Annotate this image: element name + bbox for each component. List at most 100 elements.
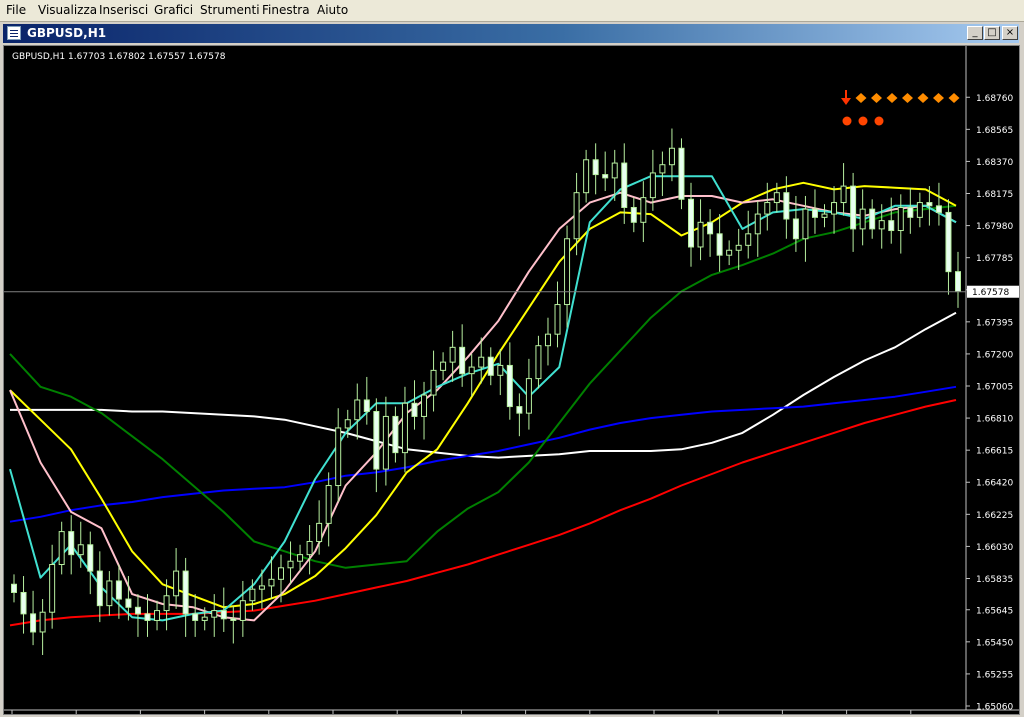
candle-body <box>239 600 246 621</box>
candle-body <box>316 522 323 542</box>
candle-body <box>697 221 704 248</box>
y-tick-label: 1.65255 <box>976 670 1013 680</box>
candle-body <box>678 147 685 200</box>
maximize-button[interactable]: □ <box>984 26 1000 40</box>
candle-body <box>344 419 351 429</box>
candle-body <box>850 185 857 230</box>
candle-body <box>230 618 237 621</box>
candle-body <box>363 399 370 413</box>
candle-body <box>783 192 790 220</box>
candle-body <box>459 346 466 375</box>
close-button[interactable]: × <box>1002 26 1018 40</box>
chart-header-label: GBPUSD,H1 1.67703 1.67802 1.67557 1.6757… <box>12 52 226 62</box>
candle-body <box>39 611 46 633</box>
candle-body <box>287 560 294 569</box>
menu-file[interactable]: File <box>6 3 26 17</box>
candle-body <box>945 211 952 273</box>
signal-dot-icon <box>858 116 868 126</box>
candle-body <box>106 580 113 607</box>
candle-body <box>497 364 504 376</box>
menu-strumenti[interactable]: Strumenti <box>200 3 260 17</box>
candle-body <box>878 220 885 230</box>
menu-visualizza[interactable]: Visualizza <box>38 3 97 17</box>
y-tick-label: 1.67785 <box>976 254 1013 264</box>
candle-body <box>115 580 122 600</box>
candle-body <box>802 208 809 240</box>
moving-average-line <box>9 175 957 622</box>
y-tick-label: 1.68565 <box>976 126 1013 136</box>
candle-body <box>258 585 265 590</box>
y-tick-label: 1.66615 <box>976 447 1013 457</box>
candle-body <box>421 394 428 417</box>
candle-body <box>668 147 675 166</box>
candle-body <box>544 333 551 347</box>
candle-body <box>430 369 437 396</box>
menu-bar: File Visualizza Inserisci Grafici Strume… <box>0 0 1024 22</box>
candle-body <box>869 208 876 230</box>
menu-aiuto[interactable]: Aiuto <box>317 3 348 17</box>
candle-body <box>192 613 199 621</box>
menu-inserisci[interactable]: Inserisci <box>99 3 148 17</box>
candle-body <box>449 346 456 363</box>
menu-finestra[interactable]: Finestra <box>262 3 310 17</box>
candle-body <box>58 531 65 566</box>
moving-average-line <box>9 399 957 627</box>
candle-body <box>935 205 942 213</box>
candle-body <box>840 185 847 204</box>
y-tick-label: 1.66225 <box>976 511 1013 521</box>
candle-body <box>907 206 914 218</box>
chart-window-icon <box>7 26 21 40</box>
y-tick-label: 1.68370 <box>976 158 1013 168</box>
candle-body <box>688 198 695 248</box>
signal-diamond-icon <box>855 93 867 103</box>
y-tick-label: 1.66810 <box>976 415 1013 425</box>
price-chart[interactable]: 1.68760 1.68565 1.68370 1.68175 1.67980 1.677… <box>4 46 1019 714</box>
candle-body <box>754 213 761 235</box>
y-tick-label: 1.67980 <box>976 222 1013 232</box>
candle-body <box>621 162 628 208</box>
candle-body <box>325 485 332 524</box>
candle-body <box>573 192 580 240</box>
candle-body <box>516 406 523 414</box>
window-titlebar[interactable]: GBPUSD,H1 _ □ × <box>3 24 1019 43</box>
signal-diamond-icon <box>902 93 913 103</box>
candle-body <box>859 208 866 230</box>
chart-area[interactable]: 1.68760 1.68565 1.68370 1.68175 1.67980 1.677… <box>3 45 1020 715</box>
y-tick-label: 1.65060 <box>976 703 1013 713</box>
candle-body <box>659 164 666 174</box>
candle-body <box>96 570 103 607</box>
candle-body <box>354 399 361 421</box>
candle-body <box>392 415 399 454</box>
y-tick-label: 1.68760 <box>976 94 1013 104</box>
signal-diamond-icon <box>886 93 898 103</box>
candle-body <box>87 544 94 572</box>
candle-body <box>20 591 27 615</box>
signal-diamond-icon <box>933 93 944 103</box>
moving-average-line <box>9 181 957 609</box>
candle-body <box>916 202 923 218</box>
signal-diamond-icon <box>948 93 960 103</box>
chart-window: GBPUSD,H1 _ □ × 1.68760 1.68565 1.68370 1.6… <box>0 22 1024 717</box>
candle-body <box>888 220 895 232</box>
candle-body <box>411 402 418 417</box>
candle-body <box>735 244 742 251</box>
candle-body <box>745 233 752 246</box>
candle-body <box>382 415 389 470</box>
candle-body <box>640 197 647 223</box>
moving-average-line <box>9 191 957 622</box>
candle-body <box>630 206 637 223</box>
current-price-label: 1.67578 <box>972 288 1009 298</box>
candle-body <box>773 192 780 204</box>
signal-dot-icon <box>874 116 884 126</box>
candle-body <box>792 218 799 240</box>
candle-body <box>764 202 771 215</box>
minimize-button[interactable]: _ <box>967 26 983 40</box>
candle-body <box>11 583 17 593</box>
y-tick-label: 1.65450 <box>976 638 1013 648</box>
candle-body <box>335 427 342 487</box>
y-tick-label: 1.66420 <box>976 479 1013 489</box>
menu-grafici[interactable]: Grafici <box>154 3 193 17</box>
candle-body <box>163 595 170 612</box>
signal-diamond-icon <box>871 93 882 103</box>
candle-body <box>525 378 532 414</box>
